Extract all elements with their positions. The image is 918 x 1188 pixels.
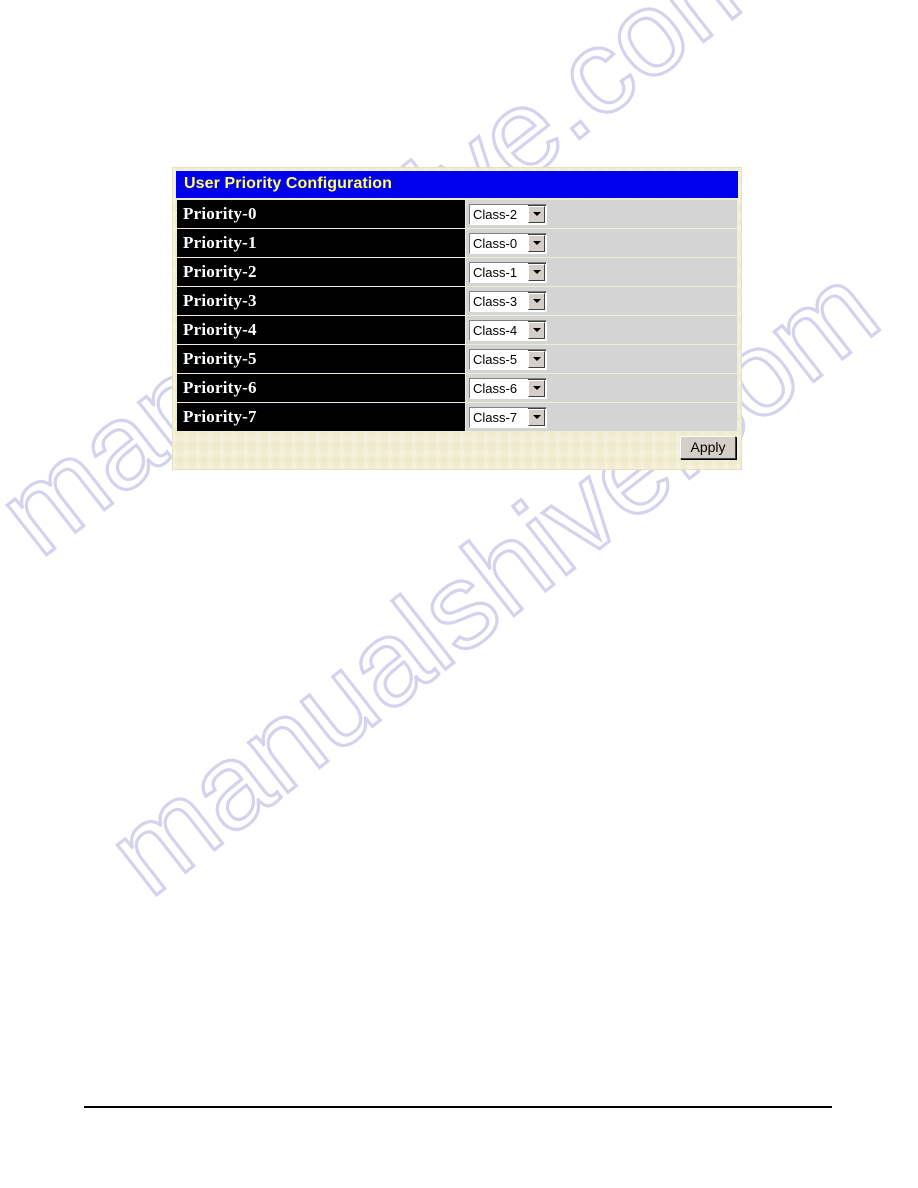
chevron-down-icon[interactable] xyxy=(528,408,545,426)
table-row: Priority-4 Class-4 xyxy=(176,315,738,345)
chevron-down-icon[interactable] xyxy=(528,263,545,281)
class-field-cell: Class-6 xyxy=(465,373,738,403)
priority-label-cell: Priority-2 xyxy=(176,257,466,287)
class-field-cell: Class-3 xyxy=(465,286,738,316)
priority-label-cell: Priority-4 xyxy=(176,315,466,345)
table-row: Priority-2 Class-1 xyxy=(176,257,738,287)
class-select-value: Class-1 xyxy=(470,262,528,282)
table-row: Priority-6 Class-6 xyxy=(176,373,738,403)
class-field-cell: Class-1 xyxy=(465,257,738,287)
table-row: Priority-3 Class-3 xyxy=(176,286,738,316)
priority-label-cell: Priority-3 xyxy=(176,286,466,316)
chevron-down-icon[interactable] xyxy=(528,321,545,339)
table-row: Priority-5 Class-5 xyxy=(176,344,738,374)
priority-label-cell: Priority-6 xyxy=(176,373,466,403)
table-row: Priority-7 Class-7 xyxy=(176,402,738,432)
user-priority-table: Priority-0 Class-2 Priority-1 Class-0 Pr… xyxy=(176,199,738,432)
priority-label-cell: Priority-7 xyxy=(176,402,466,432)
panel-footer: Apply xyxy=(176,432,738,466)
class-select-priority-6[interactable]: Class-6 xyxy=(469,377,547,399)
chevron-down-icon[interactable] xyxy=(528,379,545,397)
class-select-priority-3[interactable]: Class-3 xyxy=(469,290,547,312)
priority-label-cell: Priority-0 xyxy=(176,199,466,229)
class-select-priority-0[interactable]: Class-2 xyxy=(469,203,547,225)
priority-label-cell: Priority-5 xyxy=(176,344,466,374)
chevron-down-icon[interactable] xyxy=(528,350,545,368)
chevron-down-icon[interactable] xyxy=(528,205,545,223)
class-field-cell: Class-7 xyxy=(465,402,738,432)
priority-label-cell: Priority-1 xyxy=(176,228,466,258)
chevron-down-icon[interactable] xyxy=(528,234,545,252)
apply-button[interactable]: Apply xyxy=(680,436,736,459)
class-select-priority-4[interactable]: Class-4 xyxy=(469,319,547,341)
class-field-cell: Class-5 xyxy=(465,344,738,374)
class-field-cell: Class-0 xyxy=(465,228,738,258)
class-field-cell: Class-4 xyxy=(465,315,738,345)
class-select-priority-7[interactable]: Class-7 xyxy=(469,406,547,428)
table-row: Priority-1 Class-0 xyxy=(176,228,738,258)
class-select-value: Class-7 xyxy=(470,407,528,427)
user-priority-configuration-panel: User Priority Configuration Priority-0 C… xyxy=(172,167,742,470)
page-footer-rule xyxy=(84,1106,832,1108)
class-select-value: Class-0 xyxy=(470,233,528,253)
class-select-priority-5[interactable]: Class-5 xyxy=(469,348,547,370)
class-select-value: Class-3 xyxy=(470,291,528,311)
class-field-cell: Class-2 xyxy=(465,199,738,229)
panel-title: User Priority Configuration xyxy=(176,171,738,198)
class-select-value: Class-5 xyxy=(470,349,528,369)
class-select-value: Class-2 xyxy=(470,204,528,224)
class-select-priority-2[interactable]: Class-1 xyxy=(469,261,547,283)
user-priority-table-body: Priority-0 Class-2 Priority-1 Class-0 Pr… xyxy=(176,199,738,432)
class-select-value: Class-4 xyxy=(470,320,528,340)
chevron-down-icon[interactable] xyxy=(528,292,545,310)
class-select-value: Class-6 xyxy=(470,378,528,398)
class-select-priority-1[interactable]: Class-0 xyxy=(469,232,547,254)
table-row: Priority-0 Class-2 xyxy=(176,199,738,229)
